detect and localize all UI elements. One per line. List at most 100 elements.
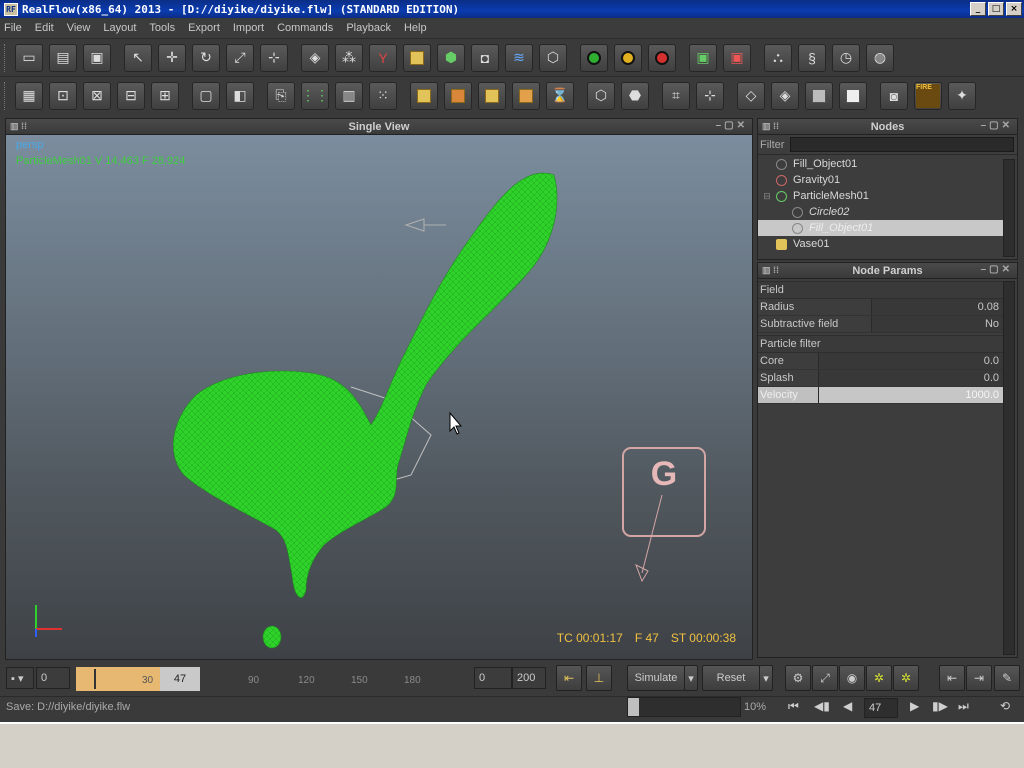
param-row-splash[interactable]: Splash 0.0: [758, 370, 1003, 387]
panel-grip-icon[interactable]: ▥ ⁞⁞: [762, 265, 779, 276]
current-frame-field[interactable]: 47: [160, 667, 200, 691]
panel-window-controls[interactable]: –▢✕: [981, 264, 1013, 275]
filter-input[interactable]: [790, 137, 1014, 152]
3d-viewport[interactable]: persp ParticleMesh01 V 14,463 F 28,924 G…: [6, 135, 752, 659]
panel-window-controls[interactable]: –▢✕: [716, 120, 748, 131]
gravity-daemon-icon[interactable]: G: [622, 447, 706, 537]
menu-tools[interactable]: Tools: [149, 22, 175, 34]
timer-button[interactable]: ◷: [832, 43, 860, 72]
menu-commands[interactable]: Commands: [277, 22, 333, 34]
crate-d-button[interactable]: [512, 81, 540, 110]
param-row-radius[interactable]: Radius 0.08: [758, 299, 1003, 316]
add-mesh-button[interactable]: ⬢: [437, 43, 465, 72]
new-scene-button[interactable]: ▭: [15, 43, 43, 72]
go-start-button[interactable]: ⏮: [788, 699, 799, 714]
params-scrollbar[interactable]: [1003, 281, 1015, 655]
sky-button[interactable]: ✦: [948, 81, 976, 110]
keyframe-mode-dropdown[interactable]: ▪ ▾: [6, 667, 34, 689]
range-start-field[interactable]: 0: [474, 667, 512, 689]
menu-import[interactable]: Import: [233, 22, 264, 34]
box-button[interactable]: ▢: [192, 81, 220, 110]
shade-d-button[interactable]: [839, 81, 867, 110]
add-joint-button[interactable]: Y: [369, 43, 397, 72]
save-scene-button[interactable]: ▣: [83, 43, 111, 72]
solver-button[interactable]: ⚙: [785, 665, 811, 691]
list-item[interactable]: Gravity01: [758, 172, 1003, 188]
nodes-scrollbar[interactable]: [1003, 159, 1015, 257]
select-tool-button[interactable]: ↖: [124, 43, 152, 72]
export-save-button[interactable]: ▣: [689, 43, 717, 72]
box-alt-button[interactable]: ◧: [226, 81, 254, 110]
close-button[interactable]: ×: [1006, 2, 1022, 16]
play-backward-button[interactable]: ◀: [843, 699, 852, 713]
move-tool-button[interactable]: ✛: [158, 43, 186, 72]
crate-a-button[interactable]: [410, 81, 438, 110]
open-scene-button[interactable]: ▤: [49, 43, 77, 72]
next-frame-button[interactable]: ▮▶: [932, 699, 948, 713]
hourglass-button[interactable]: ⌛: [546, 81, 574, 110]
scale-tool-button[interactable]: ⤢: [226, 43, 254, 72]
list-item[interactable]: Vase01: [758, 236, 1003, 252]
maximize-button[interactable]: □: [988, 2, 1004, 16]
add-daemon-button[interactable]: ⁂: [335, 43, 363, 72]
graph-button[interactable]: ▥: [335, 81, 363, 110]
list-item[interactable]: Circle02: [758, 204, 1003, 220]
network-button[interactable]: ◍: [866, 43, 894, 72]
red-light-button[interactable]: [648, 43, 676, 72]
layout-d-button[interactable]: ⊟: [117, 81, 145, 110]
wire-cube-a-button[interactable]: ⬡: [587, 81, 615, 110]
toolbar-grip[interactable]: [4, 43, 8, 72]
minimize-button[interactable]: _: [970, 2, 986, 16]
add-object-button[interactable]: [403, 43, 431, 72]
key-button[interactable]: ⊥: [586, 665, 612, 691]
export-central-button[interactable]: ⎘: [267, 81, 295, 110]
menu-edit[interactable]: Edit: [35, 22, 54, 34]
simulate-dropdown[interactable]: ▾: [684, 665, 698, 691]
script-button[interactable]: §: [798, 43, 826, 72]
render-button[interactable]: ◙: [880, 81, 908, 110]
step-back-key-button[interactable]: ⇤: [939, 665, 965, 691]
prev-frame-button[interactable]: ◀▮: [814, 699, 830, 713]
param-row-velocity[interactable]: Velocity 1000.0: [758, 387, 1003, 404]
grid-button[interactable]: ⋮⋮: [301, 81, 329, 110]
rotate-tool-button[interactable]: ↻: [192, 43, 220, 72]
list-item[interactable]: Fill_Object01: [758, 156, 1003, 172]
radius-value[interactable]: 0.08: [871, 299, 1003, 315]
core-value[interactable]: 0.0: [818, 353, 1003, 369]
layout-c-button[interactable]: ⊠: [83, 81, 111, 110]
simulate-button[interactable]: Simulate: [627, 665, 685, 691]
menu-help[interactable]: Help: [404, 22, 427, 34]
panel-window-controls[interactable]: –▢✕: [981, 120, 1013, 131]
range-end-field[interactable]: 200: [512, 667, 546, 689]
velocity-value[interactable]: 1000.0: [818, 387, 1003, 403]
cache-b-button[interactable]: ✲: [893, 665, 919, 691]
batch-button[interactable]: ⛬: [764, 43, 792, 72]
list-item[interactable]: ⊟ ParticleMesh01: [758, 188, 1003, 204]
layout-b-button[interactable]: ⊡: [49, 81, 77, 110]
step-forward-key-button[interactable]: ⇥: [966, 665, 992, 691]
add-wave-button[interactable]: ≋: [505, 43, 533, 72]
layout-e-button[interactable]: ⊞: [151, 81, 179, 110]
add-camera-button[interactable]: ◘: [471, 43, 499, 72]
menu-export[interactable]: Export: [188, 22, 220, 34]
crate-c-button[interactable]: [478, 81, 506, 110]
panel-grip-icon[interactable]: ▥ ⁞⁞: [10, 121, 27, 132]
menu-playback[interactable]: Playback: [346, 22, 391, 34]
param-row-core[interactable]: Core 0.0: [758, 353, 1003, 370]
add-emitter-button[interactable]: ◈: [301, 43, 329, 72]
layout-a-button[interactable]: ▦: [15, 81, 43, 110]
reset-dropdown[interactable]: ▾: [759, 665, 773, 691]
yellow-light-button[interactable]: [614, 43, 642, 72]
loop-button[interactable]: ⟲: [1000, 699, 1010, 713]
bbox-a-button[interactable]: ⌗: [662, 81, 690, 110]
wire-cube-b-button[interactable]: ⬣: [621, 81, 649, 110]
playhead[interactable]: [94, 669, 96, 689]
toolbar-grip[interactable]: [4, 81, 8, 110]
section-field[interactable]: Field: [758, 281, 1003, 299]
fire-button[interactable]: FIRE: [914, 81, 942, 110]
collapse-icon[interactable]: ⊟: [758, 191, 776, 202]
play-forward-button[interactable]: ▶: [910, 699, 919, 713]
list-item[interactable]: Fill_Object01: [758, 220, 1003, 236]
crate-b-button[interactable]: [444, 81, 472, 110]
particles-button[interactable]: ⁙: [369, 81, 397, 110]
